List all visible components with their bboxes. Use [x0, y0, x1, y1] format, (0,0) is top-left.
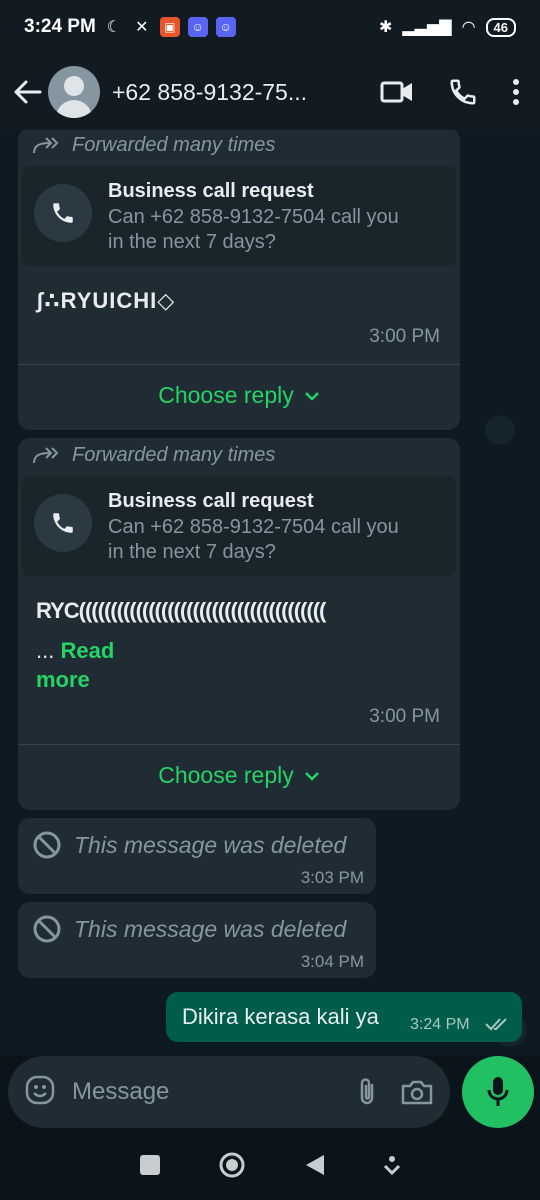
moon-icon: ☾ — [106, 19, 121, 36]
ellipsis: ... — [36, 638, 55, 663]
choose-reply-button[interactable]: Choose reply — [18, 762, 460, 789]
more-options-icon[interactable] — [512, 78, 520, 106]
battery-icon: 46 — [485, 17, 516, 37]
video-call-icon[interactable] — [380, 80, 414, 104]
mic-icon — [487, 1077, 509, 1106]
message-time: 3:03 PM — [300, 868, 364, 887]
forward-icon — [33, 137, 59, 154]
blocked-icon — [33, 915, 61, 943]
call-card-title: Business call request — [108, 180, 314, 202]
message-composer: Message — [0, 1056, 540, 1134]
call-card-title: Business call request — [108, 490, 314, 512]
double-check-icon — [485, 1018, 507, 1031]
deleted-message-bubble[interactable]: This message was deleted 3:03 PM — [18, 818, 376, 894]
outgoing-message-bubble[interactable]: Dikira kerasa kali ya 3:24 PM — [166, 992, 522, 1042]
divider — [18, 364, 460, 365]
call-request-card[interactable]: Business call request Can +62 858-9132-7… — [22, 166, 456, 266]
message-time: 3:00 PM — [369, 326, 440, 347]
call-card-line: Can +62 858-9132-7504 call you — [108, 206, 399, 228]
message-text: Dikira kerasa kali ya — [182, 1004, 379, 1029]
status-time: 3:24 PM — [24, 16, 96, 37]
message-time: 3:00 PM — [369, 706, 440, 727]
message-input-pill[interactable]: Message — [8, 1056, 450, 1128]
message-input[interactable]: Message — [72, 1078, 334, 1106]
message-text: RYC(((((((((((((((((((((((((((((((((((((… — [36, 598, 326, 623]
call-request-card[interactable]: Business call request Can +62 858-9132-7… — [22, 476, 456, 576]
home-icon[interactable] — [218, 1151, 246, 1184]
status-icons-left: ☾ ✕ ▣ ☺ ☺ — [104, 17, 236, 37]
divider — [18, 744, 460, 745]
chevron-down-icon — [304, 771, 319, 781]
chat-header: +62 858-9132-75... — [0, 54, 540, 130]
status-bar: 3:24 PM ☾ ✕ ▣ ☺ ☺ ✱ ▂▃▅▇ ◠ 46 — [0, 0, 540, 54]
nav-menu-icon[interactable] — [383, 1155, 401, 1180]
forward-icon — [33, 447, 59, 464]
deleted-message-row: This message was deleted — [18, 902, 376, 944]
message-time: 3:04 PM — [300, 952, 364, 971]
chat-area[interactable]: Forwarded many times Business call reque… — [0, 130, 540, 1056]
bluetooth-icon: ✱ — [378, 19, 393, 36]
back-icon[interactable] — [304, 1153, 326, 1182]
choose-reply-button[interactable]: Choose reply — [18, 382, 460, 409]
read-more-link[interactable]: Read — [60, 638, 114, 663]
attach-icon[interactable] — [356, 1076, 378, 1108]
discord-icon: ☺ — [187, 17, 208, 37]
system-nav-bar — [0, 1134, 540, 1200]
discord-icon: ☺ — [215, 17, 236, 37]
wifi-icon: ◠ — [461, 19, 476, 36]
shop-app-icon: ▣ — [159, 17, 180, 37]
avatar[interactable] — [48, 66, 100, 118]
chevron-down-icon — [304, 391, 319, 401]
signal-icon: ▂▃▅▇ — [402, 19, 452, 36]
blocked-icon — [33, 831, 61, 859]
status-icons-right: ✱ ▂▃▅▇ ◠ 46 — [379, 17, 516, 37]
voice-call-icon[interactable] — [448, 77, 478, 107]
forwarded-label: Forwarded many times — [18, 130, 460, 158]
recents-icon[interactable] — [139, 1154, 161, 1181]
message-bubble[interactable]: Forwarded many times Business call reque… — [18, 438, 460, 810]
forwarded-label: Forwarded many times — [18, 438, 460, 468]
phone-icon — [34, 494, 92, 552]
call-card-line: in the next 7 days? — [108, 541, 276, 563]
message-text: ʃ∴RYUICHI◇ — [36, 288, 176, 313]
call-card-line: in the next 7 days? — [108, 231, 276, 253]
mic-button[interactable] — [462, 1056, 534, 1128]
message-bubble[interactable]: Forwarded many times Business call reque… — [18, 130, 460, 430]
phone-icon — [34, 184, 92, 242]
emoji-icon[interactable] — [24, 1074, 56, 1111]
read-more-link[interactable]: more — [36, 667, 90, 692]
back-arrow-icon[interactable] — [12, 72, 44, 112]
mute-icon: ✕ — [135, 19, 149, 36]
call-card-line: Can +62 858-9132-7504 call you — [108, 516, 399, 538]
message-time: 3:24 PM — [410, 1016, 470, 1033]
deleted-message-bubble[interactable]: This message was deleted 3:04 PM — [18, 902, 376, 978]
contact-name[interactable]: +62 858-9132-75... — [112, 79, 332, 106]
deleted-message-row: This message was deleted — [18, 818, 376, 860]
camera-icon[interactable] — [400, 1078, 434, 1106]
